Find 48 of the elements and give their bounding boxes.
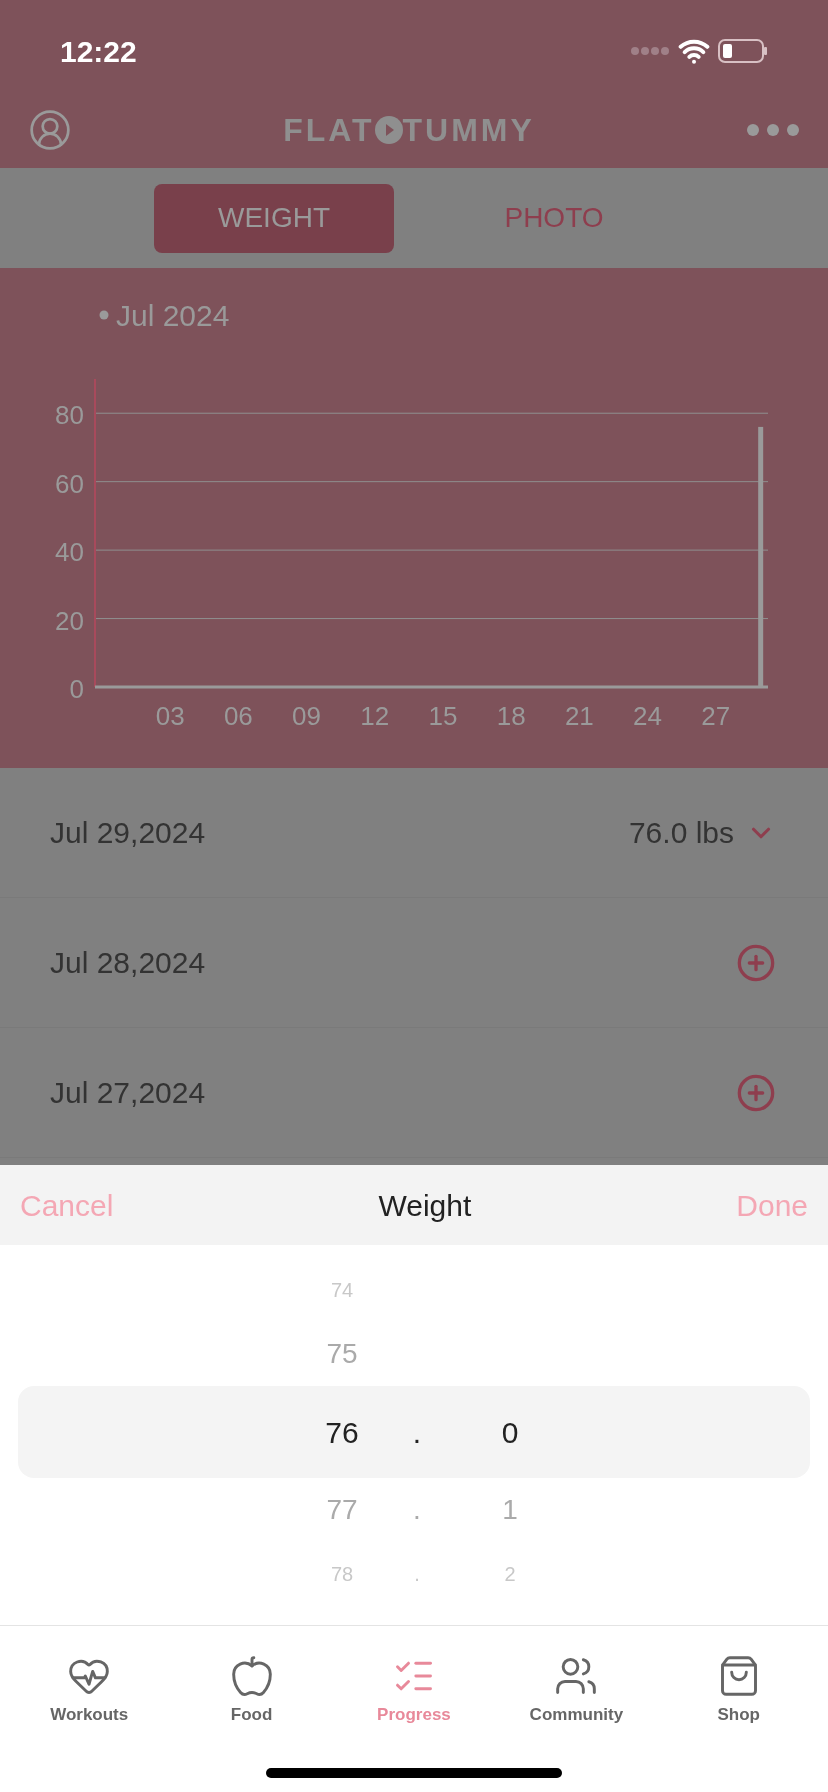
picker-value[interactable]: 75 (324, 1333, 360, 1375)
picker-title: Weight (378, 1187, 472, 1224)
segment-tab[interactable]: PHOTO (434, 183, 674, 253)
entry-date: Jul 28,2024 (50, 945, 206, 981)
picker-value[interactable]: 77 (324, 1489, 360, 1531)
entry-date: Jul 27,2024 (50, 1075, 206, 1111)
picker-value[interactable]: 0 (500, 1409, 520, 1455)
segment-tab[interactable]: WEIGHT (154, 183, 394, 253)
tab-bar-item[interactable]: Food (176, 1654, 327, 1728)
chart-legend: Jul 2024 (99, 299, 230, 332)
picker-separator: . (412, 1493, 422, 1527)
logo-text: FLAT (283, 111, 375, 150)
x-tick-label: 12 (360, 701, 390, 731)
cancel-button[interactable]: Cancel (20, 1182, 114, 1228)
logo-text: TUMMY (402, 111, 535, 150)
tab-bar-item[interactable]: Shop (663, 1654, 814, 1728)
profile-icon[interactable] (28, 108, 72, 152)
picker-value[interactable]: 1 (500, 1489, 520, 1531)
play-icon (374, 116, 403, 144)
y-tick-label: 40 (55, 537, 84, 568)
more-icon[interactable] (746, 123, 800, 137)
entry-value: 76.0 lbs (628, 815, 734, 851)
add-icon[interactable] (736, 1072, 776, 1113)
x-tick-label: 24 (633, 701, 662, 731)
add-icon[interactable] (736, 942, 776, 983)
x-tick-label: 27 (701, 701, 731, 731)
x-tick-label: 15 (428, 701, 458, 731)
picker-separator: . (413, 1562, 421, 1587)
signal-icon (630, 46, 670, 56)
status-time: 12:22 (60, 33, 137, 70)
picker-value[interactable]: 76 (324, 1409, 360, 1455)
x-tick-label: 21 (564, 701, 594, 731)
x-tick-label: 06 (223, 701, 253, 731)
tab-bar-item[interactable]: Workouts (14, 1654, 165, 1728)
apple-icon (229, 1654, 274, 1698)
x-tick-label: 18 (496, 701, 526, 731)
tab-bar-item[interactable]: Community (501, 1654, 652, 1728)
tab-bar-item[interactable]: Progress (338, 1654, 489, 1728)
y-tick-label: 20 (55, 605, 84, 636)
y-tick-label: 80 (55, 400, 84, 431)
done-button[interactable]: Done (736, 1182, 808, 1228)
x-tick-label: 03 (155, 701, 185, 731)
y-tick-label: 0 (69, 674, 84, 704)
picker-separator: . (411, 1414, 423, 1451)
entry-date: Jul 29,2024 (50, 815, 206, 851)
y-tick-label: 60 (55, 468, 84, 499)
x-tick-label: 09 (292, 701, 322, 731)
battery-icon (718, 38, 768, 64)
